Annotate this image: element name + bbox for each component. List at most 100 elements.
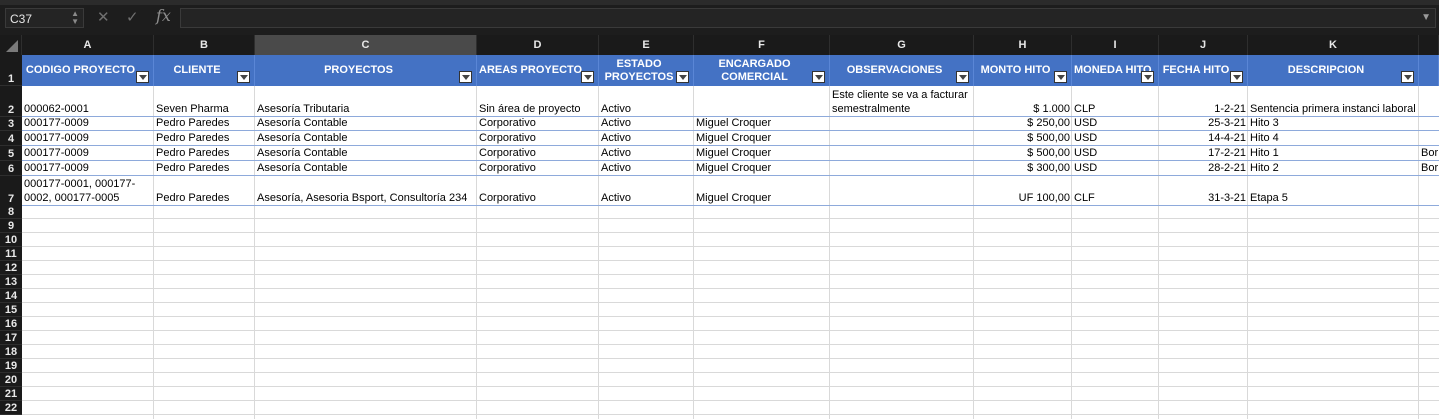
table-cell[interactable]: UF 100,00 xyxy=(974,176,1072,206)
table-header-cell[interactable]: OBSERVACIONES xyxy=(830,55,974,86)
table-cell[interactable] xyxy=(1419,131,1439,146)
table-cell[interactable]: USD xyxy=(1072,131,1159,146)
row-header-11[interactable]: 11 xyxy=(0,247,22,261)
column-header-e[interactable]: E xyxy=(599,35,694,55)
table-cell[interactable]: Corporativo xyxy=(477,161,599,176)
table-cell[interactable]: Activo xyxy=(599,161,694,176)
table-cell[interactable]: CLP xyxy=(1072,86,1159,117)
table-cell[interactable]: Hito 2 xyxy=(1248,161,1419,176)
table-cell[interactable]: Asesoría Contable xyxy=(255,161,477,176)
table-header-cell[interactable] xyxy=(1419,55,1439,86)
table-cell[interactable]: $ 500,00 xyxy=(974,131,1072,146)
table-cell[interactable]: $ 300,00 xyxy=(974,161,1072,176)
table-cell[interactable]: $ 500,00 xyxy=(974,146,1072,161)
row-header-1[interactable]: 1 xyxy=(0,55,22,86)
table-cell[interactable]: $ 250,00 xyxy=(974,117,1072,131)
table-cell[interactable] xyxy=(694,86,830,117)
table-cell[interactable]: 31-3-21 xyxy=(1159,176,1248,206)
table-cell[interactable]: Miguel Croquer xyxy=(694,117,830,131)
table-cell[interactable]: Asesoría, Asesoria Bsport, Consultoría 2… xyxy=(255,176,477,206)
table-header-cell[interactable]: CODIGO PROYECTO xyxy=(22,55,154,86)
row-header-22[interactable]: 22 xyxy=(0,401,22,415)
table-cell[interactable]: Activo xyxy=(599,131,694,146)
table-cell[interactable]: Pedro Paredes xyxy=(154,146,255,161)
table-header-cell[interactable]: AREAS PROYECTO xyxy=(477,55,599,86)
row-header-15[interactable]: 15 xyxy=(0,303,22,317)
name-box[interactable]: C37 ▲ ▼ xyxy=(5,8,84,28)
column-header-c[interactable]: C xyxy=(255,35,477,55)
table-cell[interactable]: Asesoría Contable xyxy=(255,117,477,131)
table-cell[interactable]: Corporativo xyxy=(477,146,599,161)
table-cell[interactable]: Activo xyxy=(599,146,694,161)
select-all-corner[interactable] xyxy=(0,35,22,55)
row-header-21[interactable]: 21 xyxy=(0,387,22,401)
table-cell[interactable] xyxy=(830,176,974,206)
column-header-f[interactable]: F xyxy=(694,35,830,55)
filter-dropdown-icon[interactable] xyxy=(676,71,689,83)
row-header-7[interactable]: 7 xyxy=(0,176,22,206)
table-cell[interactable]: 25-3-21 xyxy=(1159,117,1248,131)
table-cell[interactable]: Pedro Paredes xyxy=(154,117,255,131)
table-cell[interactable]: USD xyxy=(1072,161,1159,176)
filter-dropdown-icon[interactable] xyxy=(581,71,594,83)
row-header-10[interactable]: 10 xyxy=(0,233,22,247)
table-cell[interactable]: Asesoría Contable xyxy=(255,131,477,146)
table-header-cell[interactable]: PROYECTOS xyxy=(255,55,477,86)
table-cell[interactable]: Pedro Paredes xyxy=(154,131,255,146)
table-cell[interactable]: Miguel Croquer xyxy=(694,131,830,146)
table-cell[interactable]: USD xyxy=(1072,146,1159,161)
filter-dropdown-icon[interactable] xyxy=(1054,71,1067,83)
table-cell[interactable] xyxy=(830,131,974,146)
table-cell[interactable]: Miguel Croquer xyxy=(694,176,830,206)
table-cell[interactable]: Corporativo xyxy=(477,117,599,131)
check-icon[interactable]: ✓ xyxy=(126,9,139,27)
table-header-cell[interactable]: DESCRIPCION xyxy=(1248,55,1419,86)
column-header-d[interactable]: D xyxy=(477,35,599,55)
row-header-17[interactable]: 17 xyxy=(0,331,22,345)
table-cell[interactable]: Corporativo xyxy=(477,176,599,206)
table-cell[interactable]: Pedro Paredes xyxy=(154,176,255,206)
filter-dropdown-icon[interactable] xyxy=(1230,71,1243,83)
table-cell[interactable]: 28-2-21 xyxy=(1159,161,1248,176)
table-cell[interactable]: Activo xyxy=(599,86,694,117)
function-icon[interactable]: fx xyxy=(156,7,171,25)
table-cell[interactable]: Bor xyxy=(1419,146,1439,161)
table-cell[interactable]: Hito 4 xyxy=(1248,131,1419,146)
table-cell[interactable]: Corporativo xyxy=(477,131,599,146)
table-cell[interactable] xyxy=(1419,86,1439,117)
table-cell[interactable]: 17-2-21 xyxy=(1159,146,1248,161)
row-header-9[interactable]: 9 xyxy=(0,219,22,233)
filter-dropdown-icon[interactable] xyxy=(812,71,825,83)
row-header-18[interactable]: 18 xyxy=(0,345,22,359)
filter-dropdown-icon[interactable] xyxy=(136,71,149,83)
table-header-cell[interactable]: CLIENTE xyxy=(154,55,255,86)
filter-dropdown-icon[interactable] xyxy=(459,71,472,83)
table-cell[interactable]: Hito 3 xyxy=(1248,117,1419,131)
row-header-20[interactable]: 20 xyxy=(0,373,22,387)
row-header-13[interactable]: 13 xyxy=(0,275,22,289)
table-cell[interactable]: $ 1.000 xyxy=(974,86,1072,117)
row-header-6[interactable]: 6 xyxy=(0,161,22,176)
table-cell[interactable]: Miguel Croquer xyxy=(694,161,830,176)
column-header-i[interactable]: I xyxy=(1072,35,1159,55)
column-header-b[interactable]: B xyxy=(154,35,255,55)
filter-dropdown-icon[interactable] xyxy=(956,71,969,83)
table-cell[interactable] xyxy=(1419,117,1439,131)
row-header-12[interactable]: 12 xyxy=(0,261,22,275)
table-header-cell[interactable]: ENCARGADO COMERCIAL xyxy=(694,55,830,86)
table-cell[interactable] xyxy=(830,161,974,176)
close-icon[interactable]: ✕ xyxy=(97,9,110,27)
table-cell[interactable] xyxy=(830,117,974,131)
column-header-a[interactable]: A xyxy=(22,35,154,55)
table-header-cell[interactable]: FECHA HITO xyxy=(1159,55,1248,86)
column-header-g[interactable]: G xyxy=(830,35,974,55)
name-box-stepper-icon[interactable]: ▲ ▼ xyxy=(71,10,79,26)
table-header-cell[interactable]: MONTO HITO xyxy=(974,55,1072,86)
row-header-8[interactable]: 8 xyxy=(0,205,22,219)
table-cell[interactable]: Activo xyxy=(599,176,694,206)
table-cell[interactable]: Asesoría Contable xyxy=(255,146,477,161)
formula-expand-icon[interactable]: ▼ xyxy=(1421,12,1431,23)
table-cell[interactable]: 000177-0009 xyxy=(22,131,154,146)
table-cell[interactable]: Seven Pharma xyxy=(154,86,255,117)
row-header-4[interactable]: 4 xyxy=(0,131,22,146)
